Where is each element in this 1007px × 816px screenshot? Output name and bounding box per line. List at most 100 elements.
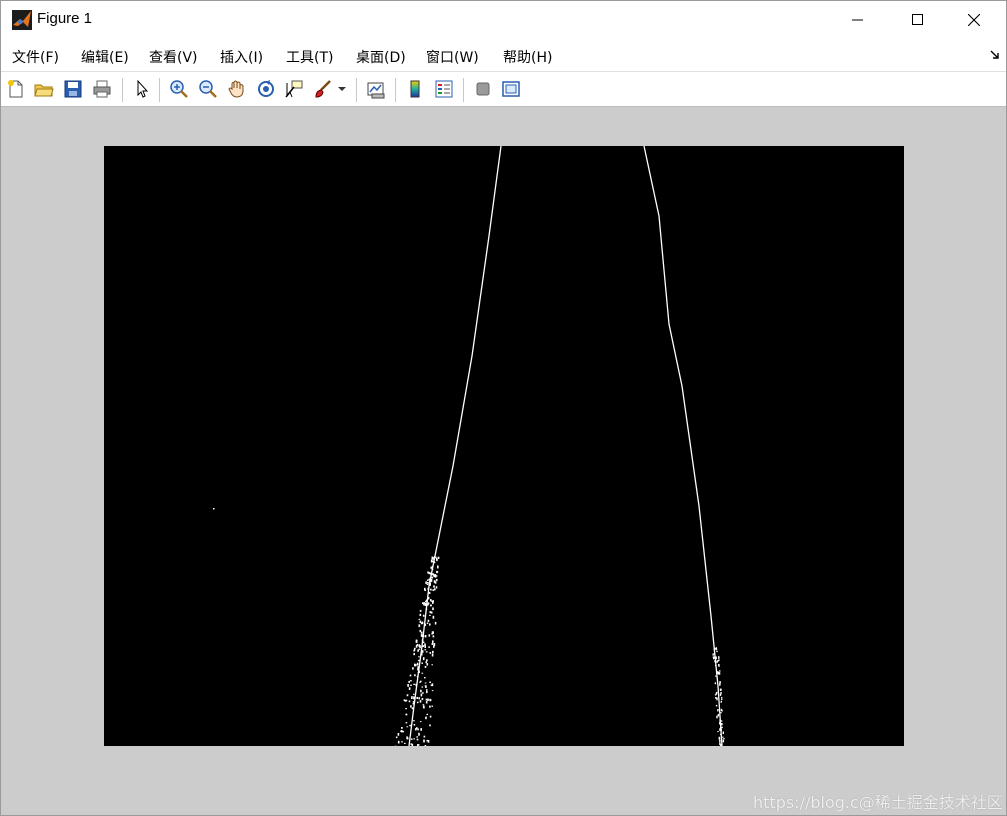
watermark-text: https://blog.c@稀土掘金技术社区 bbox=[753, 793, 1003, 812]
noise-point bbox=[435, 586, 438, 589]
noise-point bbox=[403, 699, 406, 702]
noise-point bbox=[426, 659, 428, 662]
image-axes[interactable] bbox=[104, 145, 904, 748]
menu-help[interactable]: 帮助(H) bbox=[503, 47, 552, 67]
noise-point bbox=[717, 709, 719, 712]
noise-point bbox=[421, 662, 423, 664]
noise-point bbox=[720, 700, 722, 703]
noise-point bbox=[434, 556, 437, 558]
noise-point bbox=[428, 646, 430, 648]
menu-window[interactable]: 窗口(W) bbox=[426, 47, 479, 67]
noise-point bbox=[430, 559, 433, 562]
noise-point bbox=[429, 724, 431, 727]
pan-button[interactable] bbox=[225, 77, 249, 101]
noise-point bbox=[717, 731, 719, 733]
close-button[interactable] bbox=[951, 1, 997, 39]
noise-point bbox=[437, 556, 440, 559]
minimize-button[interactable] bbox=[835, 1, 881, 39]
noise-point bbox=[418, 618, 421, 620]
new-figure-button[interactable] bbox=[4, 77, 28, 101]
noise-point bbox=[423, 739, 425, 743]
noise-point bbox=[717, 713, 720, 717]
noise-point bbox=[422, 657, 425, 661]
noise-point bbox=[406, 726, 409, 728]
noise-point bbox=[435, 578, 438, 582]
noise-point bbox=[416, 738, 419, 741]
noise-point bbox=[431, 664, 433, 666]
new-figure-icon bbox=[8, 80, 23, 98]
print-button[interactable] bbox=[90, 77, 114, 101]
noise-point bbox=[431, 556, 434, 560]
noise-point bbox=[410, 684, 412, 686]
link-plot-button[interactable] bbox=[364, 77, 388, 101]
noise-point bbox=[416, 643, 419, 646]
noise-point bbox=[413, 693, 415, 695]
noise-point bbox=[718, 736, 720, 740]
noise-point bbox=[432, 600, 434, 602]
menu-bar: 文件(F) 编辑(E) 查看(V) 插入(I) 工具(T) 桌面(D) 窗口(W… bbox=[1, 39, 1006, 72]
hide-plot-tools-button[interactable] bbox=[471, 77, 495, 101]
menu-tools[interactable]: 工具(T) bbox=[286, 47, 333, 67]
menu-view[interactable]: 查看(V) bbox=[149, 47, 198, 67]
colorbar-button[interactable] bbox=[403, 77, 427, 101]
noise-point bbox=[413, 683, 415, 685]
dock-arrow-icon[interactable] bbox=[989, 49, 1001, 61]
edit-plot-button[interactable] bbox=[130, 77, 154, 101]
menu-insert[interactable]: 插入(I) bbox=[220, 47, 263, 67]
figure-canvas[interactable] bbox=[1, 108, 1006, 815]
noise-point bbox=[712, 653, 714, 656]
window-title: Figure 1 bbox=[37, 10, 93, 27]
noise-point bbox=[424, 649, 427, 651]
toolbar-separator bbox=[356, 78, 357, 102]
noise-point bbox=[718, 659, 720, 661]
edit-plot-arrow-icon bbox=[137, 79, 149, 98]
noise-point bbox=[423, 735, 426, 738]
noise-point bbox=[410, 705, 412, 708]
noise-point bbox=[716, 697, 718, 701]
noise-point bbox=[424, 645, 426, 648]
noise-point bbox=[401, 727, 403, 729]
noise-point bbox=[425, 685, 427, 688]
noise-point bbox=[720, 720, 723, 722]
noise-point bbox=[432, 589, 434, 591]
noise-point bbox=[406, 694, 409, 697]
noise-point bbox=[405, 713, 408, 716]
noise-point bbox=[719, 739, 721, 743]
noise-point bbox=[716, 660, 718, 663]
title-bar[interactable]: Figure 1 bbox=[1, 1, 1006, 39]
noise-point bbox=[404, 742, 406, 744]
menu-desktop[interactable]: 桌面(D) bbox=[356, 47, 406, 67]
menu-file[interactable]: 文件(F) bbox=[12, 47, 59, 67]
zoom-in-button[interactable] bbox=[167, 77, 191, 101]
noise-point bbox=[720, 692, 722, 695]
noise-point bbox=[435, 575, 438, 577]
noise-point bbox=[424, 635, 427, 638]
noise-point bbox=[417, 666, 419, 669]
noise-point bbox=[425, 661, 427, 664]
zoom-out-button[interactable] bbox=[196, 77, 220, 101]
noise-point bbox=[718, 656, 720, 659]
open-file-button[interactable] bbox=[32, 77, 56, 101]
menu-edit[interactable]: 编辑(E) bbox=[81, 47, 129, 67]
noise-point bbox=[422, 704, 425, 706]
pan-hand-icon bbox=[228, 80, 244, 98]
noise-point bbox=[419, 700, 422, 703]
noise-point bbox=[425, 698, 428, 701]
brush-button[interactable] bbox=[311, 77, 335, 101]
noise-point bbox=[405, 699, 408, 702]
rotate-3d-button[interactable] bbox=[254, 77, 278, 101]
save-button[interactable] bbox=[61, 77, 85, 101]
brush-dropdown[interactable] bbox=[335, 77, 349, 101]
maximize-button[interactable] bbox=[895, 1, 941, 39]
noise-point bbox=[420, 680, 422, 683]
noise-point bbox=[401, 730, 403, 733]
legend-button[interactable] bbox=[432, 77, 456, 101]
noise-point bbox=[412, 701, 415, 703]
noise-point bbox=[421, 650, 424, 653]
link-plot-icon bbox=[367, 82, 385, 99]
show-plot-tools-button[interactable] bbox=[499, 77, 523, 101]
data-cursor-button[interactable] bbox=[282, 77, 306, 101]
noise-point bbox=[426, 739, 429, 742]
noise-point bbox=[433, 557, 435, 560]
chevron-down-icon bbox=[338, 87, 346, 91]
